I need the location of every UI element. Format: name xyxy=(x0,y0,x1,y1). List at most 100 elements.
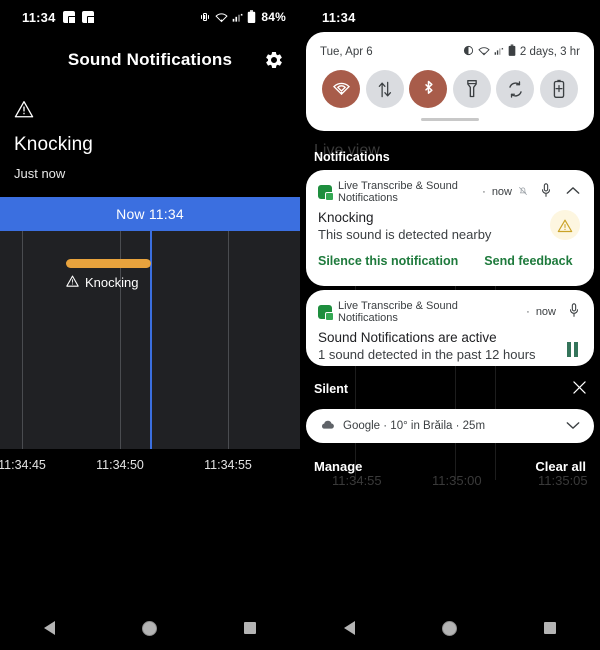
wifi-icon xyxy=(478,46,490,59)
notification-time: now xyxy=(491,186,512,198)
manage-button[interactable]: Manage xyxy=(314,459,362,474)
status-clock: 11:34 xyxy=(322,9,356,25)
weather-left-group: Google · 10° in Brăila · 25m xyxy=(320,417,485,435)
microphone-icon[interactable] xyxy=(568,303,580,321)
timeline-gridline xyxy=(228,230,229,449)
bell-off-icon xyxy=(518,186,528,199)
notification-time: now xyxy=(535,306,556,318)
status-bar-left: 11:34 xyxy=(22,9,95,25)
latest-event-subtitle: Just now xyxy=(14,165,66,181)
home-nav-icon[interactable] xyxy=(441,620,457,636)
axis-tick-label: 11:34:45 xyxy=(0,457,46,472)
notification-body: Sound Notifications are active 1 sound d… xyxy=(318,330,580,364)
left-phone-screen: 11:34 84% Sound Notifications Knocking J… xyxy=(0,0,300,650)
notification-app-name: Live Transcribe & Sound Notifications xyxy=(338,300,458,324)
pause-icon[interactable] xyxy=(567,342,578,357)
bluetooth-tile[interactable] xyxy=(409,70,448,108)
vibrate-icon xyxy=(199,11,211,23)
battery-saver-tile[interactable] xyxy=(539,70,578,108)
latest-event-summary: Knocking Just now xyxy=(0,86,300,197)
silent-section-label: Silent xyxy=(314,382,349,396)
notification-title: Sound Notifications are active xyxy=(318,330,497,345)
shade-drag-handle[interactable] xyxy=(421,118,479,121)
quick-settings-date: Tue, Apr 6 xyxy=(320,46,373,58)
shade-footer: Manage Clear all xyxy=(314,459,586,474)
notification-shade: 11:34 Tue, Apr 6 2 days, 3 hr Notificati… xyxy=(300,0,600,650)
quick-settings-status-icons: 2 days, 3 hr xyxy=(463,44,580,60)
right-status-bar: 11:34 xyxy=(300,0,600,34)
now-time-label: Now 11:34 xyxy=(116,205,184,222)
warning-triangle-icon xyxy=(14,100,286,123)
timeline-event-label: Knocking xyxy=(85,274,139,290)
sound-timeline-chart[interactable]: Knocking xyxy=(0,230,300,449)
live-transcribe-app-icon xyxy=(318,185,334,201)
notification-actions: Silence this notification Send feedback xyxy=(318,254,580,270)
dual-screenshot: 11:34 84% Sound Notifications Knocking J… xyxy=(0,0,600,650)
clear-all-button[interactable]: Clear all xyxy=(535,459,586,474)
right-phone-screen: Live view 1 sound detected in the past 1… xyxy=(300,0,600,650)
left-navigation-bar xyxy=(0,606,300,650)
home-nav-icon[interactable] xyxy=(141,620,157,636)
battery-time-label: 2 days, 3 hr xyxy=(519,46,580,58)
notification-separator: · xyxy=(482,186,486,198)
warning-triangle-icon xyxy=(66,275,79,290)
notification-text: This sound is detected nearby xyxy=(318,226,492,242)
weather-notification-card[interactable]: Google · 10° in Brăila · 25m xyxy=(306,409,594,443)
axis-tick-label: 11:34:50 xyxy=(96,457,144,472)
notification-title: Knocking xyxy=(318,210,374,225)
chevron-up-icon[interactable] xyxy=(566,186,580,198)
now-time-bar: Now 11:34 xyxy=(0,196,300,231)
close-icon[interactable] xyxy=(573,381,586,397)
wifi-icon xyxy=(215,12,228,23)
left-status-bar: 11:34 84% xyxy=(0,0,300,34)
cell-signal-icon xyxy=(232,12,243,23)
quick-settings-card[interactable]: Tue, Apr 6 2 days, 3 hr xyxy=(306,32,594,131)
silence-notification-button[interactable]: Silence this notification xyxy=(318,254,458,268)
vibrate-icon xyxy=(463,45,474,59)
recents-nav-icon[interactable] xyxy=(544,622,557,634)
cell-signal-icon xyxy=(494,46,504,59)
gear-icon[interactable] xyxy=(262,48,286,72)
chevron-down-icon[interactable] xyxy=(566,417,580,435)
silent-section-row: Silent xyxy=(314,381,586,397)
notification-card-knocking[interactable]: Live Transcribe & Sound Notifications · … xyxy=(306,170,594,286)
recents-nav-icon[interactable] xyxy=(244,622,257,634)
status-clock: 11:34 xyxy=(22,9,56,25)
wifi-tile[interactable] xyxy=(322,70,360,108)
app-header: Sound Notifications xyxy=(0,34,300,86)
notification-header: Live Transcribe & Sound Notifications · … xyxy=(318,300,580,324)
right-navigation-bar xyxy=(300,606,600,650)
back-nav-icon[interactable] xyxy=(43,621,55,635)
timeline-axis: 11:34:45 11:34:50 11:34:55 xyxy=(0,448,300,485)
notification-text: 1 sound detected in the past 12 hours xyxy=(318,346,536,362)
notification-header: Live Transcribe & Sound Notifications · … xyxy=(318,180,580,204)
battery-icon xyxy=(508,44,516,60)
cloud-icon xyxy=(320,417,335,435)
microphone-icon[interactable] xyxy=(540,183,552,201)
notification-body: Knocking This sound is detected nearby xyxy=(318,210,580,244)
live-transcribe-app-icon xyxy=(318,305,334,321)
notification-card-active[interactable]: Live Transcribe & Sound Notifications · … xyxy=(306,290,594,366)
notification-separator: · xyxy=(526,306,530,318)
flashlight-tile[interactable] xyxy=(452,70,491,108)
timeline-gridline xyxy=(22,230,23,449)
live-transcribe-icon xyxy=(81,11,95,24)
latest-event-title: Knocking xyxy=(14,134,93,155)
axis-tick-label: 11:34:55 xyxy=(204,457,252,472)
battery-percent-label: 84% xyxy=(261,10,286,24)
notification-app-name: Live Transcribe & Sound Notifications xyxy=(338,180,458,204)
notifications-section-label: Notifications xyxy=(314,150,390,164)
battery-icon xyxy=(247,10,256,24)
warning-triangle-icon xyxy=(550,210,580,240)
page-title: Sound Notifications xyxy=(67,50,233,69)
timeline-event-bar[interactable] xyxy=(66,258,151,268)
status-bar-left: 11:34 xyxy=(322,10,356,25)
quick-settings-tiles xyxy=(320,70,580,108)
auto-rotate-tile[interactable] xyxy=(496,70,535,108)
live-transcribe-icon xyxy=(62,11,76,24)
back-nav-icon[interactable] xyxy=(343,621,355,635)
timeline-event-label-group: Knocking xyxy=(66,275,138,290)
send-feedback-button[interactable]: Send feedback xyxy=(484,254,572,268)
mobile-data-tile[interactable] xyxy=(365,70,404,108)
quick-settings-header: Tue, Apr 6 2 days, 3 hr xyxy=(320,44,580,60)
